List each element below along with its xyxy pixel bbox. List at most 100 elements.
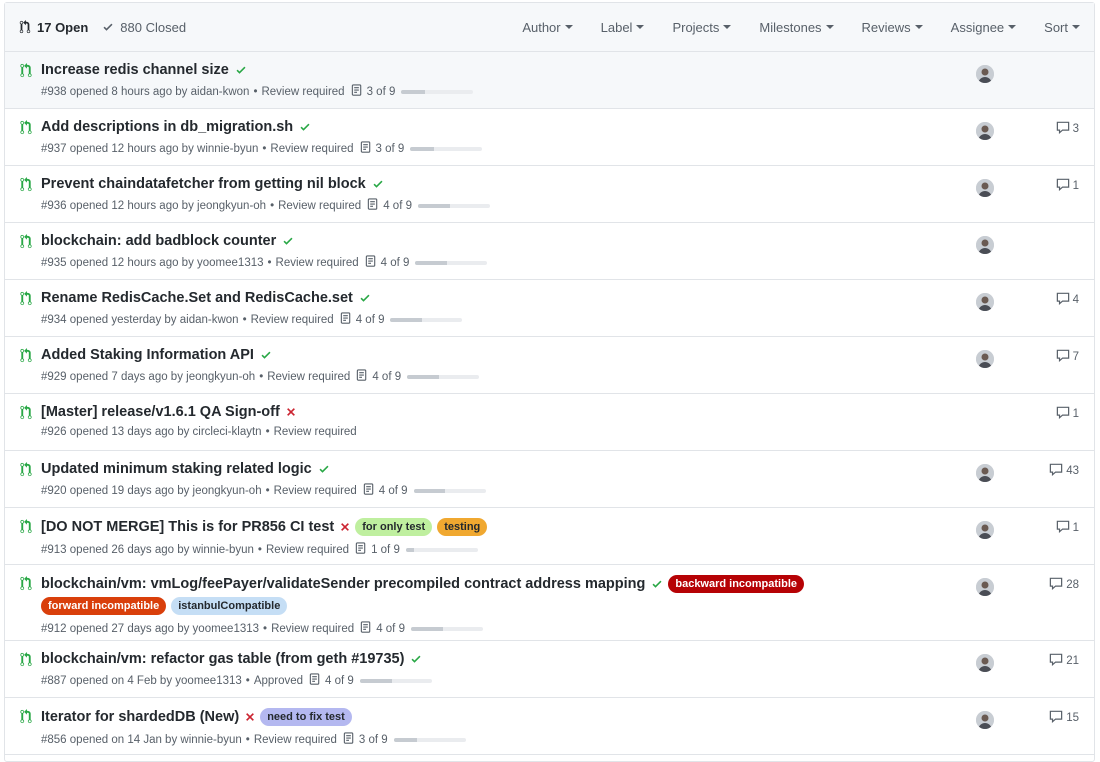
comments-link[interactable]: 28 — [1049, 577, 1079, 593]
success-check-icon[interactable] — [359, 292, 371, 304]
avatar-jeongkyun[interactable] — [976, 464, 994, 482]
success-check-icon[interactable] — [260, 349, 272, 361]
avatar-jeongkyun[interactable] — [976, 179, 994, 197]
comment-count: 28 — [1066, 579, 1079, 591]
pull-request-row: blockchain/vm: refactor gas table (from … — [5, 641, 1094, 698]
review-status-link[interactable]: Review required — [270, 143, 353, 155]
success-check-icon[interactable] — [410, 653, 422, 665]
reviews-filter-dropdown[interactable]: Reviews — [862, 20, 923, 35]
task-list-icon — [309, 673, 321, 689]
meta-separator: • — [262, 143, 267, 155]
projects-filter-dropdown[interactable]: Projects — [672, 20, 732, 35]
review-status-link[interactable]: Review required — [266, 544, 349, 556]
failure-x-icon[interactable] — [245, 712, 255, 722]
comments-link[interactable]: 1 — [1056, 178, 1079, 194]
review-status-link[interactable]: Review required — [278, 200, 361, 212]
label-tag[interactable]: istanbulCompatible — [171, 597, 288, 615]
pull-request-row: Updated minimum staking related logic #92… — [5, 451, 1094, 508]
avatar-winnie[interactable] — [976, 122, 994, 140]
avatar-aidan[interactable] — [976, 293, 994, 311]
label-tag[interactable]: testing — [437, 518, 488, 536]
caret-down-icon — [636, 25, 645, 29]
review-status-link[interactable]: Review required — [271, 623, 354, 635]
pull-request-title-link[interactable]: Increase redis channel size — [41, 62, 229, 78]
label-tag[interactable]: need to fix test — [260, 708, 352, 726]
comments-link[interactable]: 3 — [1056, 121, 1079, 137]
title-line: Rename RedisCache.Set and RedisCache.set — [41, 290, 914, 306]
comments-link[interactable]: 1 — [1056, 406, 1079, 422]
assignee-filter-dropdown[interactable]: Assignee — [951, 20, 1017, 35]
success-check-icon[interactable] — [372, 178, 384, 190]
pull-request-meta: #929 opened 7 days ago by jeongkyun-oh • R… — [41, 369, 914, 385]
avatar-yoomee[interactable] — [976, 654, 994, 672]
failure-x-icon[interactable] — [340, 522, 350, 532]
review-status-link[interactable]: Review required — [274, 485, 357, 497]
avatar-yoomee[interactable] — [976, 578, 994, 596]
caret-down-icon — [1008, 25, 1017, 29]
success-check-icon[interactable] — [282, 235, 294, 247]
review-status-link[interactable]: Review required — [276, 257, 359, 269]
failure-x-icon[interactable] — [286, 407, 296, 417]
pull-request-row: Prevent chaindatafetcher from getting ni… — [5, 166, 1094, 223]
open-pull-request-icon — [20, 291, 32, 311]
task-progress-bar — [410, 627, 483, 631]
review-status-link[interactable]: Approved — [254, 675, 303, 687]
pull-request-title-link[interactable]: Rename RedisCache.Set and RedisCache.set — [41, 290, 353, 306]
label-tag[interactable]: backward incompatible — [668, 575, 805, 593]
open-filter-link[interactable]: 17 Open — [19, 20, 88, 35]
review-status-link[interactable]: Review required — [251, 314, 334, 326]
pull-request-title-link[interactable]: [Master] release/v1.6.1 QA Sign-off — [41, 404, 280, 420]
pull-request-list: 17 Open 880 Closed Author Label Projects… — [4, 2, 1095, 762]
avatar-winnie[interactable] — [976, 521, 994, 539]
task-count: 1 of 9 — [371, 544, 400, 556]
avatar-jeongkyun[interactable] — [976, 350, 994, 368]
pull-request-title-link[interactable]: Add descriptions in db_migration.sh — [41, 119, 293, 135]
pull-request-title-link[interactable]: Iterator for shardedDB (New) — [41, 709, 239, 725]
milestones-filter-dropdown[interactable]: Milestones — [759, 20, 834, 35]
opened-info: #856 opened on 14 Jan by winnie-byun — [41, 734, 242, 746]
comments-link[interactable]: 1 — [1056, 520, 1079, 536]
avatar-yoomee[interactable] — [976, 236, 994, 254]
pull-request-title-link[interactable]: [DO NOT MERGE] This is for PR856 CI test — [41, 519, 334, 535]
closed-filter-link[interactable]: 880 Closed — [102, 20, 186, 35]
pull-request-title-link[interactable]: blockchain/vm: vmLog/feePayer/validateSe… — [41, 576, 645, 592]
pull-request-content: Rename RedisCache.Set and RedisCache.set… — [41, 290, 914, 328]
pull-request-title-link[interactable]: blockchain/vm: refactor gas table (from … — [41, 651, 404, 667]
success-check-icon[interactable] — [318, 463, 330, 475]
avatar-winnie[interactable] — [976, 711, 994, 729]
pull-request-title-link[interactable]: Added Staking Information API — [41, 347, 254, 363]
inline-labels: need to fix test — [255, 708, 352, 726]
success-check-icon[interactable] — [235, 64, 247, 76]
sort-dropdown[interactable]: Sort — [1044, 20, 1080, 35]
pull-request-title-link[interactable]: blockchain: add badblock counter — [41, 233, 276, 249]
review-status-link[interactable]: Review required — [267, 371, 350, 383]
pull-request-content: Updated minimum staking related logic #92… — [41, 461, 914, 499]
open-pull-request-icon — [20, 709, 32, 729]
review-status-link[interactable]: Review required — [254, 734, 337, 746]
task-progress-bar — [401, 90, 474, 94]
pull-request-title-link[interactable]: Updated minimum staking related logic — [41, 461, 312, 477]
comments-link[interactable]: 15 — [1049, 710, 1079, 726]
open-pull-request-icon — [20, 177, 32, 197]
author-filter-dropdown[interactable]: Author — [522, 20, 573, 35]
pull-request-row: Add descriptions in db_migration.sh #937 … — [5, 109, 1094, 166]
label-filter-dropdown[interactable]: Label — [601, 20, 645, 35]
comments-link[interactable]: 21 — [1049, 653, 1079, 669]
comments-link[interactable]: 43 — [1049, 463, 1079, 479]
avatar-aidan[interactable] — [976, 65, 994, 83]
pull-request-meta: #935 opened 12 hours ago by yoomee1313 • R… — [41, 255, 914, 271]
review-status-link[interactable]: Review required — [274, 426, 357, 438]
review-status-link[interactable]: Review required — [261, 86, 344, 98]
label-tag[interactable]: forward incompatible — [41, 597, 167, 615]
comments-link[interactable]: 7 — [1056, 349, 1079, 365]
title-line: [DO NOT MERGE] This is for PR856 CI test… — [41, 518, 914, 536]
pull-request-title-link[interactable]: Prevent chaindatafetcher from getting ni… — [41, 176, 366, 192]
comment-count: 4 — [1072, 294, 1079, 306]
success-check-icon[interactable] — [651, 578, 663, 590]
open-pull-request-icon — [20, 576, 32, 596]
meta-separator: • — [267, 257, 272, 269]
label-tag[interactable]: for only test — [355, 518, 433, 536]
success-check-icon[interactable] — [299, 121, 311, 133]
comments-link[interactable]: 4 — [1056, 292, 1079, 308]
pull-request-content: Iterator for shardedDB (New) need to fix … — [41, 708, 914, 748]
